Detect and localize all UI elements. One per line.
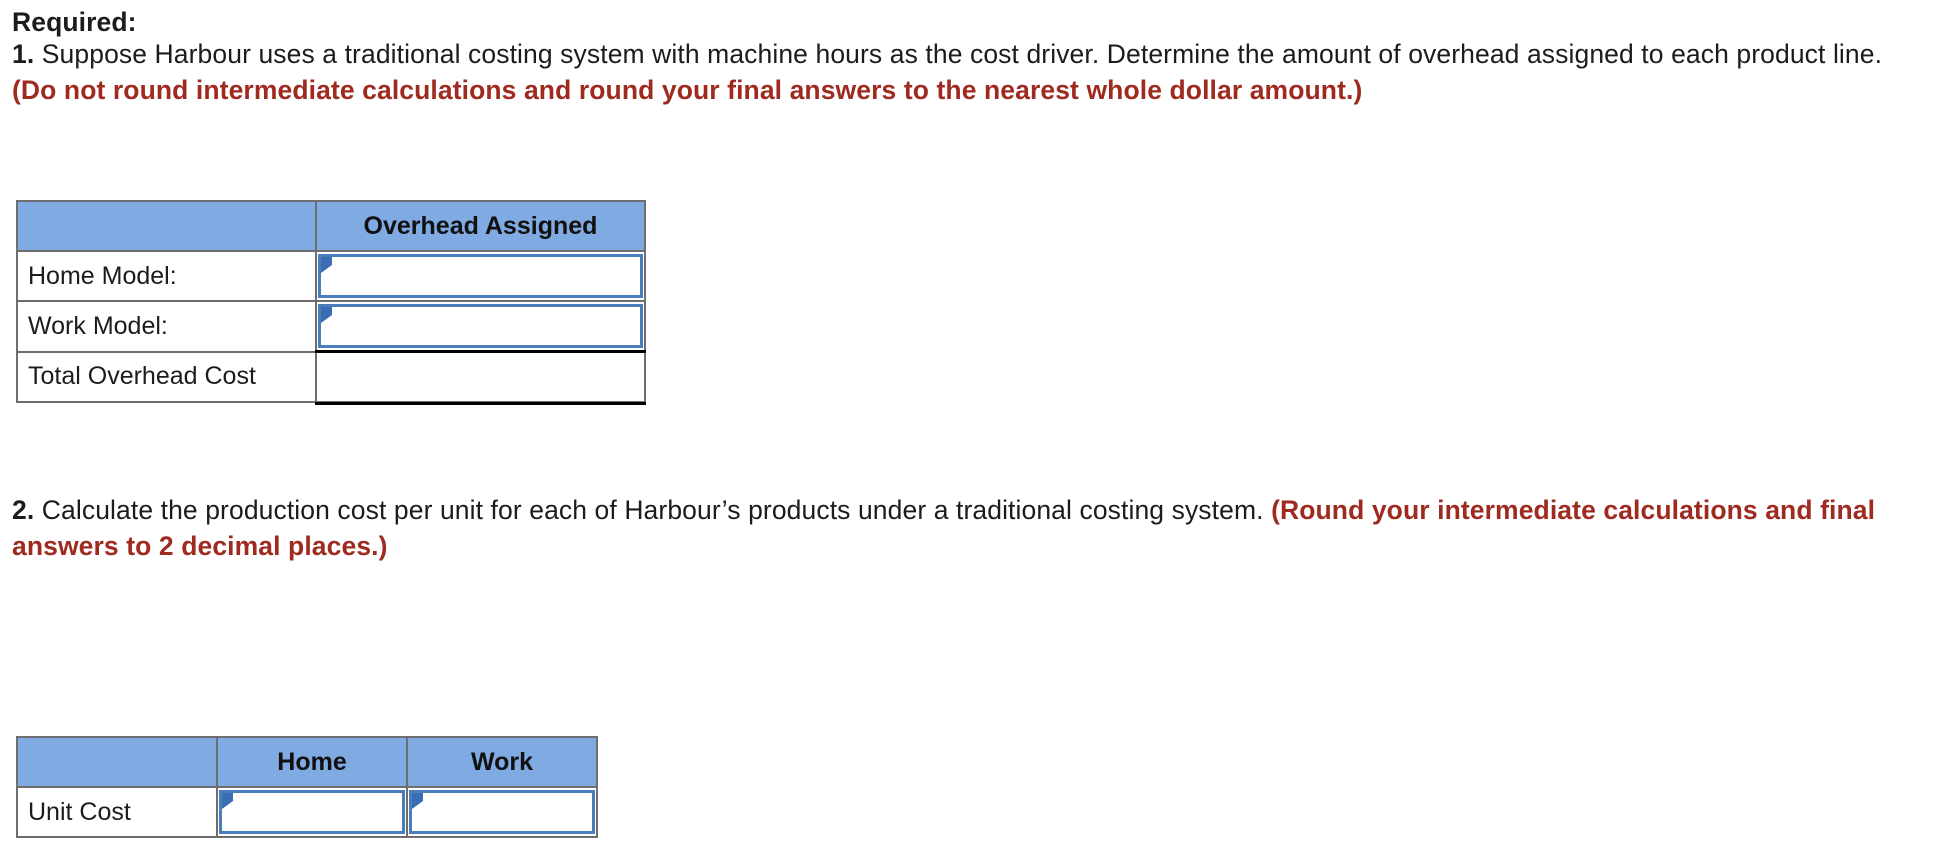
cell-flag-icon <box>320 257 332 273</box>
question-1-text: Suppose Harbour uses a traditional costi… <box>34 39 1883 69</box>
overhead-home-model-input[interactable] <box>317 254 643 298</box>
unit-cost-work-cell[interactable] <box>406 786 598 838</box>
overhead-home-model-cell[interactable] <box>314 250 647 302</box>
question-1-number: 1. <box>12 39 35 69</box>
unit-cost-table: Home Work Unit Cost <box>16 736 598 838</box>
overhead-work-model-input[interactable] <box>317 304 643 348</box>
question-2-number: 2. <box>12 495 35 525</box>
overhead-assigned-table: Overhead Assigned Home Model: Work Model… <box>16 200 647 405</box>
row-label-unit-cost: Unit Cost <box>16 786 218 838</box>
overhead-assigned-header: Overhead Assigned <box>314 200 647 252</box>
row-label-total-overhead-cost: Total Overhead Cost <box>16 350 317 403</box>
unit-cost-home-cell[interactable] <box>216 786 408 838</box>
cell-flag-icon <box>222 793 233 809</box>
question-1-rounding-hint: (Do not round intermediate calculations … <box>12 75 1363 105</box>
table-row: Work Model: <box>16 300 647 353</box>
table-header-row: Overhead Assigned <box>16 200 647 252</box>
row-label-home-model: Home Model: <box>16 250 317 302</box>
work-column-header: Work <box>406 736 598 788</box>
unit-cost-home-input[interactable] <box>219 790 405 834</box>
question-1: 1. Suppose Harbour uses a traditional co… <box>12 36 1912 108</box>
overhead-table-corner-header <box>16 200 317 252</box>
question-2-text: Calculate the production cost per unit f… <box>34 495 1272 525</box>
table-row: Total Overhead Cost <box>16 350 647 405</box>
table-header-row: Home Work <box>16 736 598 788</box>
question-2: 2. Calculate the production cost per uni… <box>12 492 1912 564</box>
unit-cost-table-corner-header <box>16 736 218 788</box>
required-heading: Required: <box>12 7 137 37</box>
row-label-work-model: Work Model: <box>16 300 317 353</box>
overhead-work-model-cell[interactable] <box>314 300 647 353</box>
overhead-total-cell <box>314 350 647 405</box>
home-column-header: Home <box>216 736 408 788</box>
cell-flag-icon <box>412 793 423 809</box>
cell-flag-icon <box>320 307 332 323</box>
table-row: Unit Cost <box>16 786 598 838</box>
worksheet-page: Required: 1. Suppose Harbour uses a trad… <box>0 0 1940 864</box>
total-double-rule <box>314 402 646 405</box>
table-row: Home Model: <box>16 250 647 302</box>
unit-cost-work-input[interactable] <box>409 790 595 834</box>
